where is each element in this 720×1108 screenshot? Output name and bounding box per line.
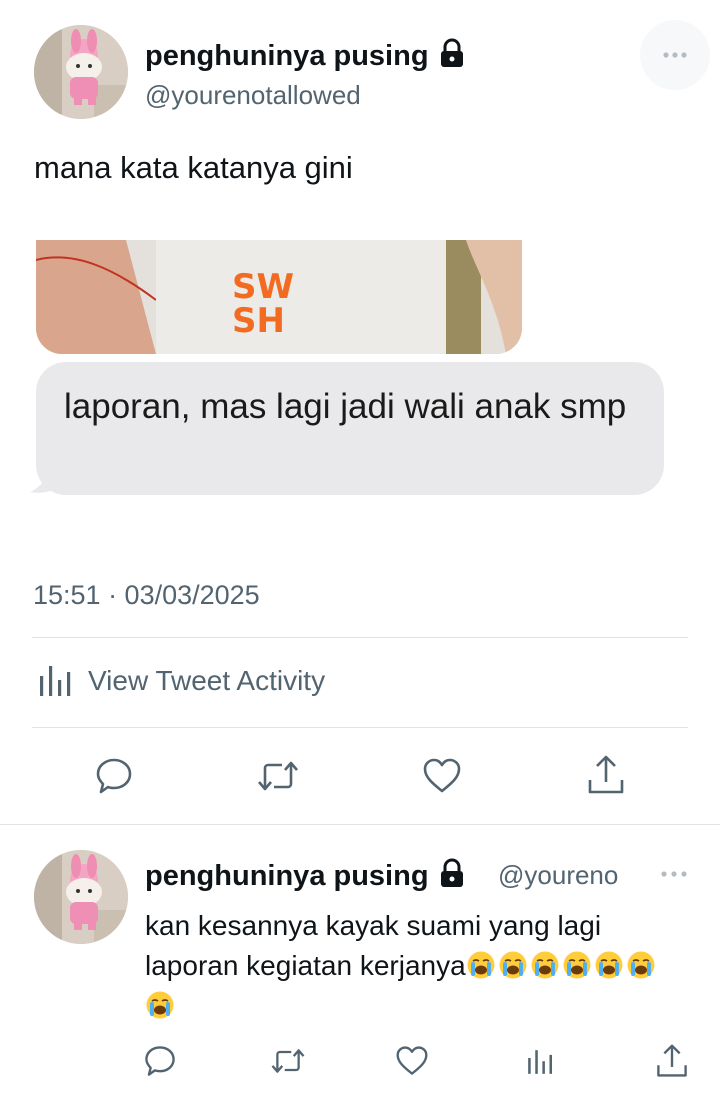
divider	[0, 824, 720, 825]
reply-share-button[interactable]	[652, 1040, 692, 1082]
tweet-text: mana kata katanya gini	[34, 150, 353, 185]
more-horizontal-icon	[661, 871, 687, 877]
retweet-icon	[258, 761, 298, 791]
reply-button[interactable]	[88, 752, 140, 800]
user-handle[interactable]: @yourenotallowed	[145, 80, 361, 111]
reply-icon	[96, 758, 132, 794]
reply-analytics-button[interactable]	[522, 1042, 558, 1082]
like-icon	[423, 758, 461, 793]
retweet-button[interactable]	[252, 752, 304, 800]
loudly-crying-face-emoji	[499, 951, 527, 979]
reply-text: kan kesannya kayak suami yang lagi lapor…	[145, 906, 685, 1026]
lock-icon	[439, 858, 465, 896]
reply-user-handle[interactable]: @youreno	[498, 860, 618, 891]
reply-more-button[interactable]	[656, 860, 692, 890]
analytics-icon	[528, 1050, 552, 1074]
media-photo[interactable]: SW SH	[36, 240, 522, 354]
display-name[interactable]: penghuninya pusing	[145, 38, 465, 76]
view-tweet-activity-label: View Tweet Activity	[88, 665, 326, 696]
reply-display-name[interactable]: penghuninya pusing	[145, 858, 465, 896]
loudly-crying-face-emoji	[627, 951, 655, 979]
lock-icon	[439, 38, 465, 76]
loudly-crying-face-emoji	[146, 991, 174, 1019]
loudly-crying-face-emoji	[467, 951, 495, 979]
share-icon	[657, 1044, 687, 1077]
loudly-crying-face-emoji	[563, 951, 591, 979]
reply-reply-button[interactable]	[140, 1040, 180, 1082]
more-button[interactable]	[640, 20, 710, 90]
reply-like-button[interactable]	[392, 1040, 432, 1082]
retweet-icon	[271, 1049, 305, 1073]
chat-bubble: laporan, mas lagi jadi wali anak smp	[36, 362, 664, 495]
photo-logo-line2: SH	[232, 301, 285, 341]
avatar[interactable]	[34, 25, 128, 119]
like-icon	[396, 1046, 428, 1075]
divider	[32, 637, 688, 638]
share-icon	[588, 755, 624, 794]
reply-retweet-button[interactable]	[266, 1040, 310, 1082]
reply-avatar[interactable]	[34, 850, 128, 944]
view-tweet-activity-button[interactable]: View Tweet Activity	[36, 662, 325, 700]
loudly-crying-face-emoji	[595, 951, 623, 979]
analytics-icon	[40, 666, 71, 696]
tweet-media[interactable]: SW SH laporan, mas lagi jadi wali anak s…	[30, 240, 666, 500]
divider	[32, 727, 688, 728]
reply-icon	[145, 1046, 175, 1076]
share-button[interactable]	[580, 750, 632, 800]
like-button[interactable]	[416, 752, 468, 800]
tweet-timestamp[interactable]: 15:51 · 03/03/2025	[33, 580, 260, 611]
more-horizontal-icon	[663, 52, 687, 58]
loudly-crying-face-emoji	[531, 951, 559, 979]
